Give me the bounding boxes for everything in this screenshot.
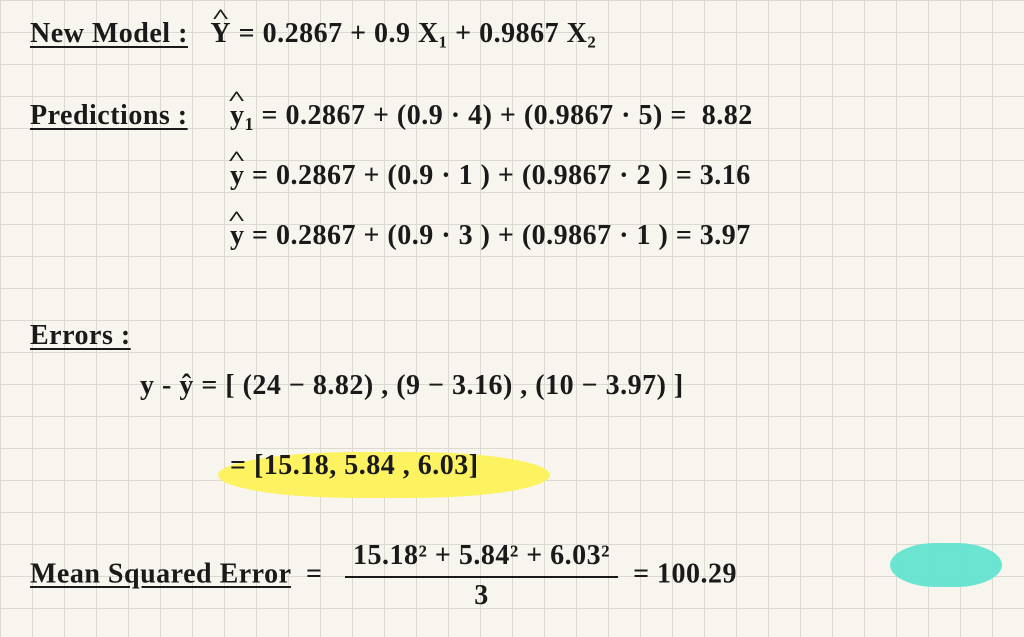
mse-fraction: 15.18² + 5.84² + 6.03² 3 [345,540,618,612]
pred3-result: 3.97 [700,220,751,251]
errors-diff-expr: y - ŷ = [ (24 − 8.82) , (9 − 3.16) , (10… [140,370,684,402]
errors-diff-text: y - ŷ = [ (24 − 8.82) , (9 − 3.16) , (10… [140,370,684,401]
yhat-symbol: Y [210,18,231,50]
prediction-2: y = 0.2867 + (0.9 · 1 ) + (0.9867 · 2 ) … [230,160,751,192]
mse-result: 100.29 [657,558,737,589]
errors-vector: = [15.18, 5.84 , 6.03] [230,450,479,482]
new-model-label: New Model : [30,18,188,49]
pred2-result: 3.16 [700,160,751,191]
mse-denominator: 3 [345,578,618,612]
yhat2-symbol: y [230,160,245,192]
errors-vector-text: = [15.18, 5.84 , 6.03] [230,450,479,481]
mse-numerator: 15.18² + 5.84² + 6.03² [345,540,618,578]
prediction-1: y1 = 0.2867 + (0.9 · 4) + (0.9867 · 5) =… [230,100,753,135]
yhat3-symbol: y [230,220,245,252]
new-model-row: New Model : Y = 0.2867 + 0.9 X₁ + 0.9867… [30,18,596,50]
predictions-label-row: Predictions : [30,100,188,132]
pred1-result: 8.82 [702,100,753,131]
highlight-mse-result [890,543,1002,587]
prediction-3: y = 0.2867 + (0.9 · 3 ) + (0.9867 · 1 ) … [230,220,751,252]
errors-label: Errors : [30,320,131,351]
mse-label: Mean Squared Error [30,558,291,589]
predictions-label: Predictions : [30,100,188,131]
mse-row: Mean Squared Error = 15.18² + 5.84² + 6.… [30,540,737,612]
yhat1-symbol: y [230,100,245,132]
pred3-expr: = 0.2867 + (0.9 · 3 ) + (0.9867 · 1 ) = [252,220,692,251]
model-equation: = 0.2867 + 0.9 X₁ + 0.9867 X₂ [239,18,597,49]
pred1-expr: = 0.2867 + (0.9 · 4) + (0.9867 · 5) = [262,100,687,131]
errors-label-row: Errors : [30,320,131,352]
pred2-expr: = 0.2867 + (0.9 · 1 ) + (0.9867 · 2 ) = [252,160,692,191]
